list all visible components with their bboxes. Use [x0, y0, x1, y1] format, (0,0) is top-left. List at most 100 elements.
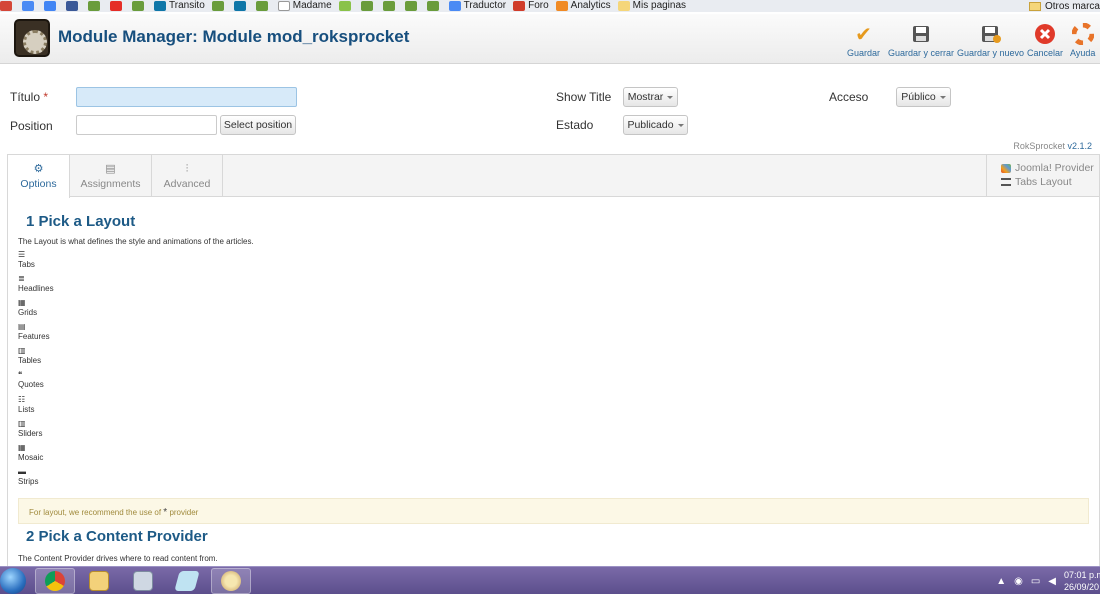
clock[interactable]: 07:01 p.m. 26/09/20	[1064, 569, 1100, 593]
sliders-icon: ⫶	[185, 162, 189, 175]
show-hidden-icons-icon[interactable]: ▲	[996, 576, 1006, 587]
translate-icon	[448, 1, 461, 11]
position-label: Position	[10, 119, 53, 133]
layout-option-lists[interactable]: ☷ Lists	[18, 395, 1088, 419]
bookmark-item[interactable]	[404, 1, 420, 11]
acceso-select[interactable]: Público	[896, 87, 951, 107]
bookmark-item[interactable]	[66, 1, 81, 11]
lists-icon: ☷	[18, 394, 26, 404]
admin-header: Module Manager: Module mod_roksprocket ✔…	[0, 14, 1100, 64]
bookmark-item[interactable]	[88, 1, 103, 11]
bookmark-item[interactable]	[382, 1, 398, 11]
layout-option-tables[interactable]: ▥ Tables	[18, 346, 1088, 370]
bookmark-item[interactable]	[132, 1, 147, 11]
explorer-taskbar-button[interactable]	[79, 568, 119, 594]
paint-taskbar-button[interactable]	[211, 568, 251, 594]
action-center-icon[interactable]: ▭	[1031, 576, 1040, 587]
layout-recommendation-note: For layout, we recommend the use of * pr…	[18, 498, 1089, 524]
bookmark-item[interactable]: Analytics	[555, 0, 611, 12]
titulo-input[interactable]	[76, 87, 297, 107]
bookmark-item[interactable]	[233, 1, 249, 11]
position-input[interactable]	[76, 115, 217, 135]
bookmark-item[interactable]	[426, 1, 442, 11]
app-icon	[382, 1, 395, 11]
forum-icon	[513, 1, 526, 11]
floppy-disk-plus-icon	[981, 22, 1001, 46]
save-button[interactable]: ✔ Guardar	[847, 22, 880, 62]
layout-description: The Layout is what defines the style and…	[18, 237, 254, 246]
network-status-icon[interactable]: ◉	[1014, 576, 1023, 587]
tab-assignments[interactable]: ▤ Assignments	[70, 155, 152, 197]
bookmark-item[interactable]	[211, 1, 227, 11]
bookmark-item[interactable]	[110, 1, 125, 11]
gmail-icon	[0, 1, 12, 11]
other-bookmarks[interactable]: Otros marca	[1024, 0, 1100, 12]
acceso-label: Acceso	[829, 90, 869, 104]
app-icon	[88, 1, 100, 11]
section-heading-provider: 2 Pick a Content Provider	[26, 528, 208, 545]
folder-icon	[617, 1, 630, 11]
save-close-button[interactable]: Guardar y cerrar	[888, 22, 954, 62]
bookmark-item[interactable]	[360, 1, 376, 11]
layout-option-tabs[interactable]: ☰ Tabs	[18, 250, 1088, 274]
gear-icon: ⚙	[33, 163, 44, 175]
bookmark-item[interactable]	[44, 1, 59, 11]
save-new-button[interactable]: Guardar y nuevo	[957, 22, 1024, 62]
page-icon	[277, 1, 290, 11]
caret-down-icon	[677, 123, 684, 127]
strips-icon: ▬	[18, 466, 26, 476]
section-heading-layout: 1 Pick a Layout	[26, 213, 136, 230]
bookmark-item[interactable]: Traductor	[448, 0, 506, 12]
bookmark-item[interactable]	[338, 1, 354, 11]
notes-taskbar-button[interactable]	[167, 568, 207, 594]
layout-option-headlines[interactable]: ≣ Headlines	[18, 274, 1088, 298]
features-icon: ▤	[18, 322, 26, 332]
bookmark-item[interactable]: Foro	[513, 0, 549, 12]
bookmark-item[interactable]	[0, 1, 15, 11]
start-button[interactable]	[0, 568, 26, 594]
layout-option-strips[interactable]: ▬ Strips	[18, 467, 1088, 491]
select-position-button[interactable]: Select position	[220, 115, 296, 135]
bookmark-item[interactable]	[22, 1, 37, 11]
bookmark-item[interactable]: Transito	[154, 0, 205, 12]
calendar-icon	[44, 1, 56, 11]
estado-label: Estado	[556, 118, 594, 132]
sliders-icon: ▥	[18, 418, 26, 428]
layout-option-features[interactable]: ▤ Features	[18, 322, 1088, 346]
tab-options[interactable]: ⚙ Options	[8, 155, 70, 198]
tabs-icon	[1001, 178, 1011, 186]
tabs-layout-row[interactable]: Tabs Layout	[1001, 175, 1099, 189]
layout-option-quotes[interactable]: ❝ Quotes	[18, 370, 1088, 394]
volume-icon[interactable]: ◀	[1048, 576, 1056, 587]
facebook-icon	[66, 1, 78, 11]
bookmark-item[interactable]: Madame	[277, 0, 332, 12]
youtube-icon	[110, 1, 122, 11]
show-title-label: Show Title	[556, 90, 612, 104]
layout-option-sliders[interactable]: ▥ Sliders	[18, 419, 1088, 443]
titulo-label: Título *	[10, 90, 49, 104]
layout-option-mosaic[interactable]: ▦ Mosaic	[18, 443, 1088, 467]
version-label: RokSprocket v2.1.2	[1013, 141, 1092, 151]
notes-icon	[174, 571, 200, 591]
calculator-taskbar-button[interactable]	[123, 568, 163, 594]
module-manager-logo-icon	[14, 19, 50, 57]
paint-icon	[221, 571, 241, 591]
bookmark-item[interactable]: Mis paginas	[617, 0, 686, 12]
analytics-icon	[555, 1, 568, 11]
drive-icon	[22, 1, 34, 11]
joomla-provider-row[interactable]: Joomla! Provider	[1001, 161, 1099, 175]
layout-list: ☰ Tabs ≣ Headlines ▦ Grids ▤ Features ▥ Tables ❝ Qu…	[18, 250, 1088, 491]
cancel-button[interactable]: Cancelar	[1027, 22, 1063, 62]
quotes-icon: ❝	[18, 370, 23, 380]
show-title-select[interactable]: Mostrar	[623, 87, 678, 107]
provider-description: The Content Provider drives where to rea…	[18, 554, 218, 563]
floppy-disk-icon	[912, 22, 930, 46]
layout-option-grids[interactable]: ▦ Grids	[18, 298, 1088, 322]
estado-select[interactable]: Publicado	[623, 115, 688, 135]
help-button[interactable]: Ayuda	[1070, 22, 1095, 62]
chrome-taskbar-button[interactable]	[35, 568, 75, 594]
linkedin-icon	[233, 1, 246, 11]
tab-advanced[interactable]: ⫶ Advanced	[152, 155, 223, 197]
app-icon	[426, 1, 439, 11]
bookmark-item[interactable]	[255, 1, 271, 11]
